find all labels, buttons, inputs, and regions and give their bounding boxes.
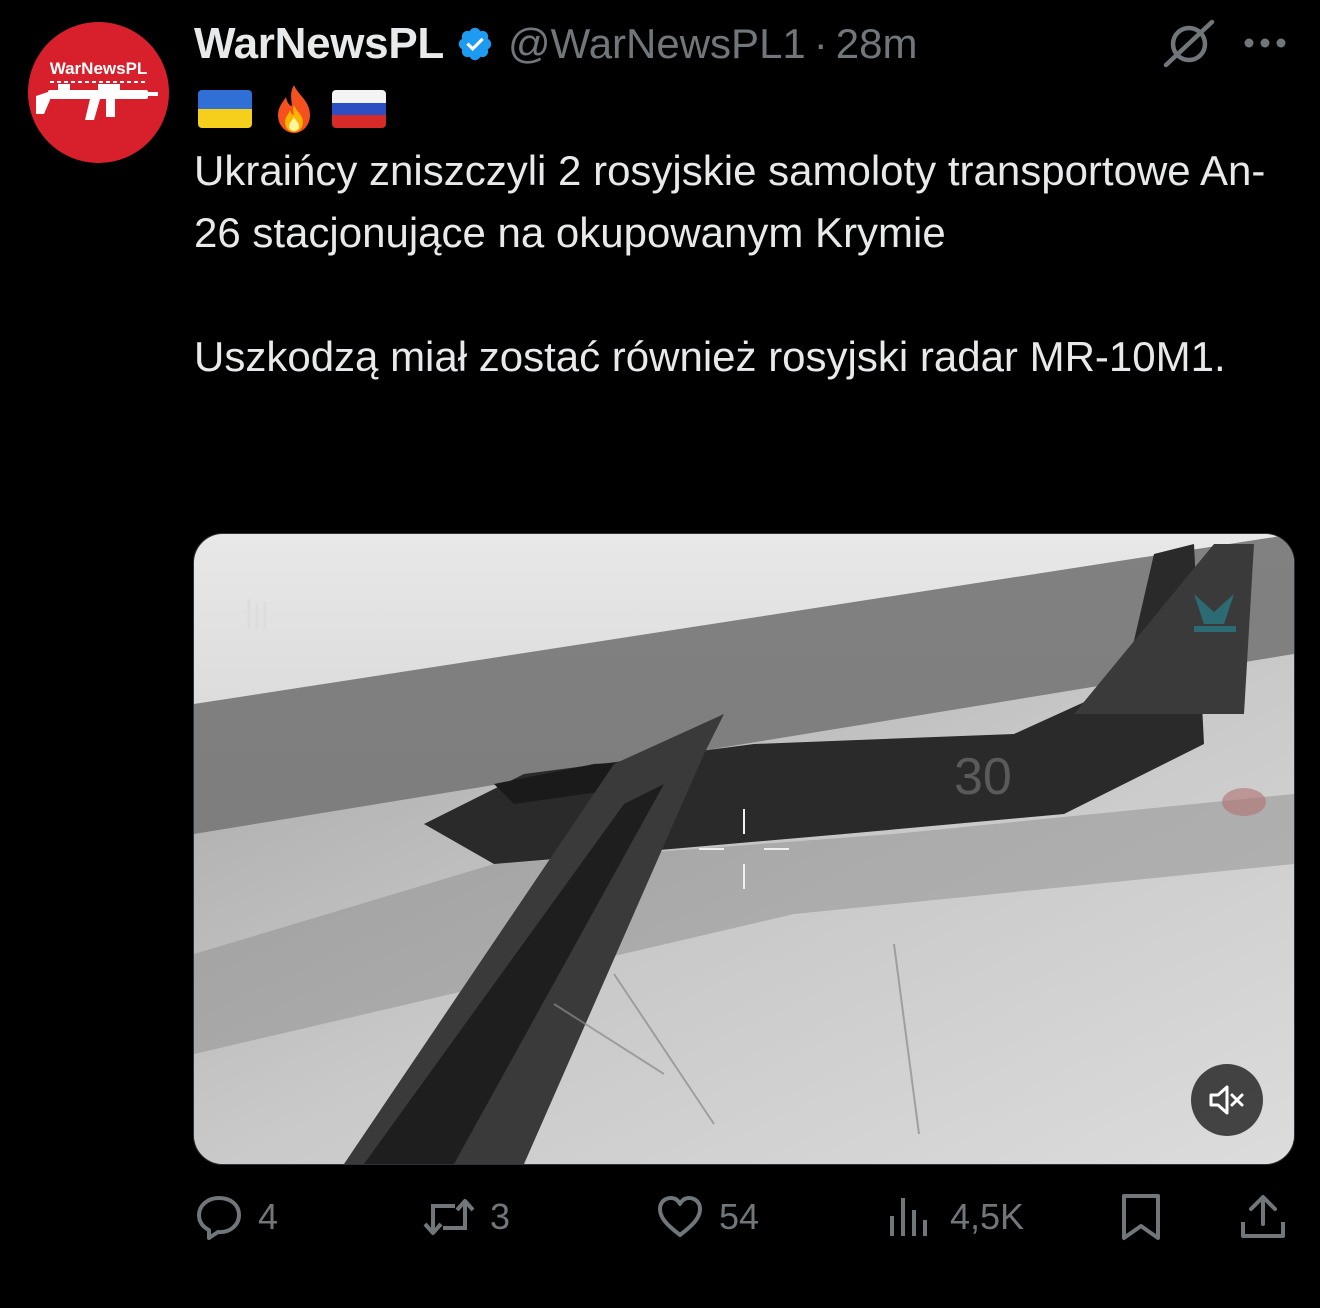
video-player[interactable]: 30 — [193, 533, 1295, 1165]
heart-icon — [658, 1196, 702, 1237]
tweet-actions-bar: 4 3 54 4,5K — [0, 1185, 1320, 1249]
repost-button[interactable]: 3 — [422, 1185, 510, 1249]
author-handle[interactable]: @WarNewsPL1 — [508, 20, 806, 68]
tweet-paragraph: Uszkodzą miał zostać również rosyjski ra… — [194, 333, 1226, 380]
avatar-text: WarNewsPL — [50, 59, 148, 78]
views-button[interactable]: 4,5K — [886, 1185, 1024, 1249]
like-count: 54 — [719, 1196, 760, 1237]
tweet-paragraph: Ukraińcy zniszczyli 2 rosyjskie samoloty… — [194, 147, 1266, 256]
verified-badge-icon[interactable] — [456, 25, 494, 63]
aircraft-number: 30 — [954, 748, 1012, 806]
repost-icon — [423, 1199, 475, 1235]
reply-button[interactable]: 4 — [194, 1185, 278, 1249]
analytics-icon — [890, 1198, 927, 1236]
reply-count: 4 — [258, 1196, 279, 1237]
avatar-logo: WarNewsPL — [28, 22, 169, 163]
russia-flag-icon — [332, 90, 386, 128]
repost-count: 3 — [490, 1196, 511, 1237]
like-button[interactable]: 54 — [655, 1185, 759, 1249]
video-frame: 30 — [194, 534, 1294, 1164]
ukraine-flag-icon — [198, 90, 252, 128]
grok-icon[interactable] — [1160, 18, 1218, 68]
mute-button[interactable] — [1191, 1064, 1263, 1136]
muted-speaker-icon — [1209, 1085, 1244, 1115]
views-count: 4,5K — [950, 1196, 1025, 1237]
author-display-name[interactable]: WarNewsPL — [194, 19, 444, 69]
bookmark-icon — [1122, 1194, 1160, 1240]
share-button[interactable] — [1238, 1185, 1288, 1249]
avatar[interactable]: WarNewsPL — [28, 22, 169, 163]
more-options-icon[interactable] — [1240, 28, 1290, 58]
tweet-header: WarNewsPL @WarNewsPL1 · 28m — [194, 14, 918, 74]
share-icon — [1241, 1195, 1285, 1238]
reply-icon — [197, 1196, 241, 1240]
fire-icon — [268, 83, 320, 135]
bookmark-button[interactable] — [1116, 1185, 1166, 1249]
emoji-row — [198, 84, 386, 134]
tweet-timestamp[interactable]: 28m — [836, 20, 918, 68]
header-separator: · — [813, 20, 828, 67]
tweet-body: Ukraińcy zniszczyli 2 rosyjskie samoloty… — [194, 140, 1294, 388]
